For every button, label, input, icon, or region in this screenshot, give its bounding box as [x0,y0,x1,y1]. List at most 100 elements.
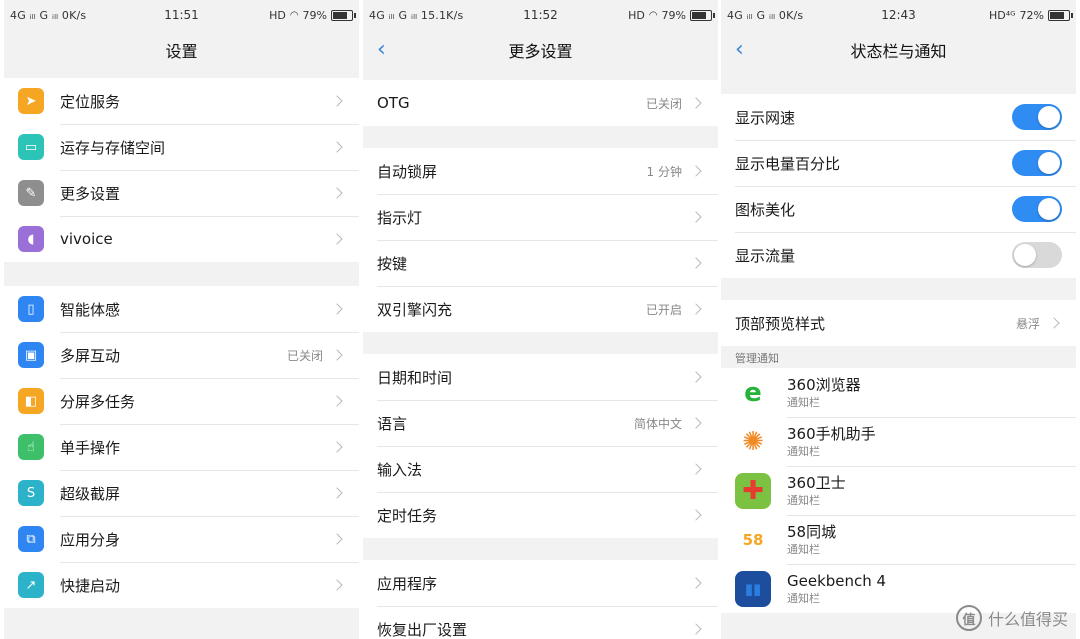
screen-share-icon: ▣ [18,342,44,368]
back-arrow-icon[interactable]: ‹ [735,36,744,64]
chevron-right-icon [690,97,702,109]
wrench-icon: ✎ [18,180,44,206]
page-title: 设置 [165,42,198,61]
row-value: 悬浮 [1015,316,1040,331]
settings-row[interactable]: ▯ 智能体感 [4,286,359,332]
58-city-icon: 58 [735,521,771,558]
360-security-icon: ✚ [735,472,771,509]
settings-group-2: ▯ 智能体感 ▣ 多屏互动 已关闭 ◧ 分屏多任务 ☝ 单手操作 S 超级截屏 ⧉ 应用分身 ↗ 快捷启动 [4,286,359,608]
settings-row[interactable]: OTG 已关闭 [363,80,718,126]
preview-style-row[interactable]: 顶部预览样式 悬浮 [721,300,1076,346]
settings-row[interactable]: 输入法 [363,446,718,492]
settings-screen: 4G ᵢₗₗ G ᵢₗₗ 0K/s 11:51 HD ◠ 79% 设置 ➤ 定位服… [4,0,359,639]
toggle-group: 显示网速 显示电量百分比 图标美化 显示流量 [721,94,1076,278]
quick-launch-icon: ↗ [18,572,44,598]
row-label: 按键 [377,254,408,273]
row-value: 简体中文 [633,416,682,431]
battery-icon [1048,9,1073,21]
preview-group: 顶部预览样式 悬浮 [721,300,1076,346]
settings-row[interactable]: 自动锁屏 1 分钟 [363,148,718,194]
settings-row[interactable]: 日期和时间 [363,354,718,400]
app-name: 58同城 [787,522,837,541]
chevron-right-icon [331,533,343,545]
settings-row[interactable]: ☝ 单手操作 [4,424,359,470]
app-text: 360浏览器 通知栏 [787,375,1062,411]
toggle-knob [1038,152,1060,174]
settings-row[interactable]: 定时任务 [363,492,718,538]
watermark-logo: 值 [955,605,982,631]
toggle-row: 显示网速 [721,94,1076,140]
settings-row[interactable]: 应用程序 [363,560,718,606]
more-settings-screen: 4G ᵢₗₗ G ᵢₗₗ 15.1K/s 11:52 HD ◠ 79% ‹ 更多… [363,0,718,639]
settings-row[interactable]: 语言 简体中文 [363,400,718,446]
row-label: 显示电量百分比 [735,154,841,173]
chevron-right-icon [690,303,702,315]
chevron-right-icon [690,257,702,269]
settings-row[interactable]: 指示灯 [363,194,718,240]
wifi-icon: ◠ [289,9,299,21]
toggle-switch[interactable] [1012,150,1062,176]
status-bar: 4G ᵢₗₗ G ᵢₗₗ 15.1K/s 11:52 HD ◠ 79% [363,0,718,30]
settings-row[interactable]: ◧ 分屏多任务 [4,378,359,424]
screenshot-icon: S [18,480,44,506]
more-settings-group-1: OTG 已关闭 [363,80,718,126]
geekbench-icon: ▮▮ [735,570,771,607]
app-notification-row[interactable]: ✺ 360手机助手 通知栏 [721,417,1076,466]
title-bar: ‹ 更多设置 [363,30,718,70]
settings-row[interactable]: ⧉ 应用分身 [4,516,359,562]
row-label: 语言 [377,414,408,433]
back-arrow-icon[interactable]: ‹ [377,36,386,64]
watermark-text: 什么值得买 [987,610,1068,629]
app-clone-icon: ⧉ [18,526,44,552]
chevron-right-icon [690,623,702,635]
settings-row[interactable]: ▭ 运存与存储空间 [4,124,359,170]
chevron-right-icon [331,487,343,499]
chevron-right-icon [331,349,343,361]
app-notification-row[interactable]: 58 58同城 通知栏 [721,515,1076,564]
settings-row[interactable]: ▣ 多屏互动 已关闭 [4,332,359,378]
toggle-row: 显示电量百分比 [721,140,1076,186]
row-label: 定时任务 [377,506,438,525]
chevron-right-icon [331,95,343,107]
status-bar: 4G ᵢₗₗ G ᵢₗₗ 0K/s 12:43 HD⁴ᴳ 72% [721,0,1076,30]
toggle-switch[interactable] [1012,104,1062,130]
settings-row[interactable]: ➤ 定位服务 [4,78,359,124]
app-notification-row[interactable]: ✚ 360卫士 通知栏 [721,466,1076,515]
row-label: 运存与存储空间 [60,138,166,157]
chevron-right-icon [1048,317,1060,329]
toggle-switch[interactable] [1012,242,1062,268]
wifi-icon: ◠ [648,9,658,21]
toggle-knob [1038,198,1060,220]
sd-card-icon: ▭ [18,134,44,160]
app-text: 360卫士 通知栏 [787,473,1062,509]
settings-row[interactable]: 双引擎闪充 已开启 [363,286,718,332]
row-label: 定位服务 [60,92,121,111]
toggle-switch[interactable] [1012,196,1062,222]
row-value: 已关闭 [286,348,323,363]
app-subtitle: 通知栏 [787,542,820,556]
row-label: 图标美化 [735,200,796,219]
settings-row[interactable]: 恢复出厂设置 [363,606,718,639]
settings-row[interactable]: ✎ 更多设置 [4,170,359,216]
app-text: 58同城 通知栏 [787,522,1062,558]
title-bar: ‹ 状态栏与通知 [721,30,1076,70]
app-notification-list: e 360浏览器 通知栏 ✺ 360手机助手 通知栏 ✚ 360卫士 通知栏 58 58同城 通知栏 ▮… [721,368,1076,613]
settings-row[interactable]: ↗ 快捷启动 [4,562,359,608]
settings-row[interactable]: ◖ vivoice [4,216,359,262]
row-label: 多屏互动 [60,346,121,365]
row-value: 已关闭 [645,96,682,111]
more-settings-group-2: 自动锁屏 1 分钟指示灯按键双引擎闪充 已开启 [363,148,718,332]
row-value: 已开启 [645,302,682,317]
app-name: 360手机助手 [787,424,876,443]
app-notification-row[interactable]: e 360浏览器 通知栏 [721,368,1076,417]
battery-percent: 79% [302,8,327,22]
watermark: 值 什么值得买 [955,605,1068,631]
app-text: Geekbench 4 通知栏 [787,571,1062,607]
settings-row[interactable]: S 超级截屏 [4,470,359,516]
settings-row[interactable]: 按键 [363,240,718,286]
split-screen-icon: ◧ [18,388,44,414]
battery-percent: 72% [1019,8,1044,22]
app-subtitle: 通知栏 [787,493,820,507]
row-label: 指示灯 [377,208,423,227]
battery-icon [690,9,715,21]
